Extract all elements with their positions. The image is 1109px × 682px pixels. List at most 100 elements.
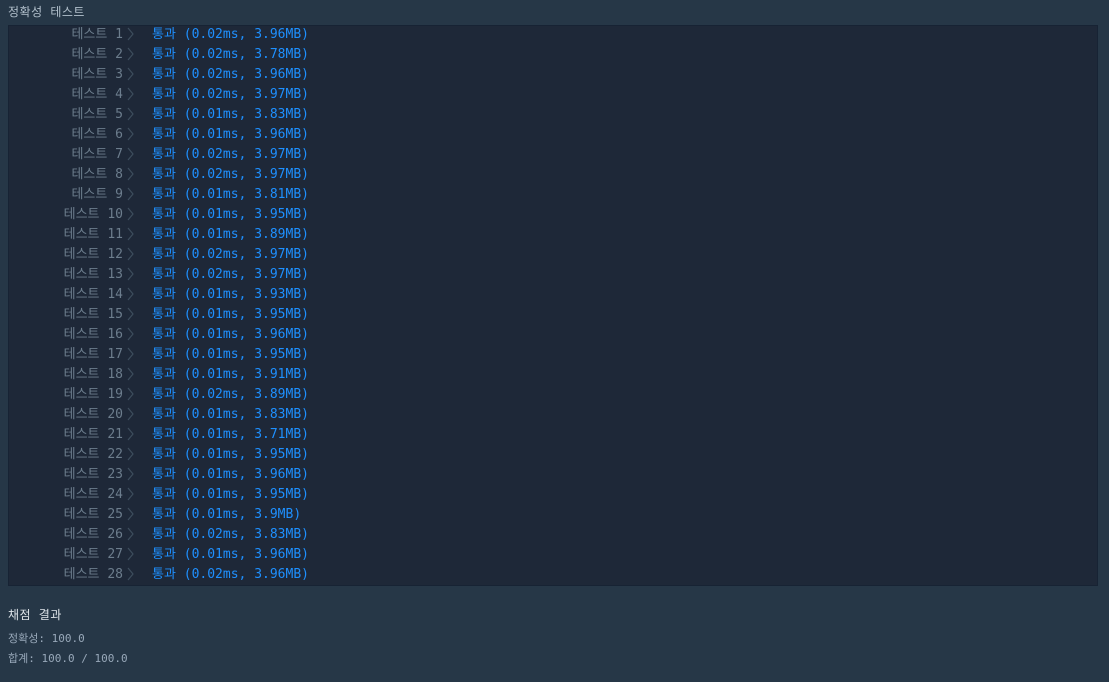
test-detail: (0.01ms, 3.95MB) bbox=[183, 447, 309, 462]
test-status: 통과 bbox=[152, 467, 176, 482]
test-status: 통과 bbox=[152, 567, 176, 582]
test-status: 통과 bbox=[152, 27, 176, 42]
chevron-right-icon bbox=[127, 127, 135, 141]
test-result-text: 통과 (0.02ms, 3.96MB) bbox=[152, 25, 309, 45]
test-detail: (0.01ms, 3.95MB) bbox=[183, 307, 309, 322]
test-detail: (0.02ms, 3.96MB) bbox=[183, 27, 309, 42]
test-detail: (0.02ms, 3.89MB) bbox=[183, 387, 309, 402]
test-result-text: 통과 (0.01ms, 3.95MB) bbox=[152, 485, 309, 505]
test-detail: (0.02ms, 3.97MB) bbox=[183, 87, 309, 102]
test-result-row: 테스트 19 통과 (0.02ms, 3.89MB) bbox=[9, 385, 1097, 405]
test-result-row: 테스트 18 통과 (0.01ms, 3.91MB) bbox=[9, 365, 1097, 385]
chevron-right-icon bbox=[127, 327, 135, 341]
test-result-row: 테스트 13 통과 (0.02ms, 3.97MB) bbox=[9, 265, 1097, 285]
chevron-right-icon bbox=[127, 387, 135, 401]
test-status: 통과 bbox=[152, 47, 176, 62]
test-result-row: 테스트 28 통과 (0.02ms, 3.96MB) bbox=[9, 565, 1097, 585]
test-result-text: 통과 (0.01ms, 3.96MB) bbox=[152, 325, 309, 345]
test-label: 테스트 25 bbox=[63, 507, 123, 522]
test-status: 통과 bbox=[152, 487, 176, 502]
test-status: 통과 bbox=[152, 327, 176, 342]
test-status: 통과 bbox=[152, 527, 176, 542]
test-label: 테스트 12 bbox=[63, 247, 123, 262]
chevron-right-icon bbox=[127, 187, 135, 201]
test-result-row: 테스트 23 통과 (0.01ms, 3.96MB) bbox=[9, 465, 1097, 485]
test-result-text: 통과 (0.01ms, 3.9MB) bbox=[152, 505, 301, 525]
test-detail: (0.02ms, 3.78MB) bbox=[183, 47, 309, 62]
test-detail: (0.01ms, 3.83MB) bbox=[183, 107, 309, 122]
chevron-right-icon bbox=[127, 567, 135, 581]
test-label: 테스트 24 bbox=[63, 487, 123, 502]
test-label: 테스트 19 bbox=[63, 387, 123, 402]
test-result-row: 테스트 24 통과 (0.01ms, 3.95MB) bbox=[9, 485, 1097, 505]
test-detail: (0.01ms, 3.91MB) bbox=[183, 367, 309, 382]
chevron-right-icon bbox=[127, 467, 135, 481]
test-label: 테스트 28 bbox=[63, 567, 123, 582]
test-result-text: 통과 (0.02ms, 3.97MB) bbox=[152, 265, 309, 285]
test-result-text: 통과 (0.01ms, 3.96MB) bbox=[152, 545, 309, 565]
test-status: 통과 bbox=[152, 167, 176, 182]
test-result-text: 통과 (0.01ms, 3.96MB) bbox=[152, 125, 309, 145]
test-detail: (0.01ms, 3.95MB) bbox=[183, 207, 309, 222]
chevron-right-icon bbox=[127, 87, 135, 101]
accuracy-value: 100.0 bbox=[51, 632, 85, 645]
test-label: 테스트 21 bbox=[63, 427, 123, 442]
test-label: 테스트 26 bbox=[63, 527, 123, 542]
test-result-row: 테스트 5 통과 (0.01ms, 3.83MB) bbox=[9, 105, 1097, 125]
test-label: 테스트 20 bbox=[63, 407, 123, 422]
test-label: 테스트 8 bbox=[71, 167, 123, 182]
chevron-right-icon bbox=[127, 367, 135, 381]
test-label: 테스트 18 bbox=[63, 367, 123, 382]
test-label: 테스트 13 bbox=[63, 267, 123, 282]
chevron-right-icon bbox=[127, 347, 135, 361]
chevron-right-icon bbox=[127, 547, 135, 561]
test-result-row: 테스트 12 통과 (0.02ms, 3.97MB) bbox=[9, 245, 1097, 265]
chevron-right-icon bbox=[127, 507, 135, 521]
test-result-text: 통과 (0.02ms, 3.97MB) bbox=[152, 165, 309, 185]
test-result-text: 통과 (0.02ms, 3.78MB) bbox=[152, 45, 309, 65]
test-status: 통과 bbox=[152, 187, 176, 202]
total-label: 합계: bbox=[8, 652, 35, 665]
test-detail: (0.01ms, 3.89MB) bbox=[183, 227, 309, 242]
test-label: 테스트 6 bbox=[71, 127, 123, 142]
test-status: 통과 bbox=[152, 507, 176, 522]
test-result-row: 테스트 3 통과 (0.02ms, 3.96MB) bbox=[9, 65, 1097, 85]
chevron-right-icon bbox=[127, 287, 135, 301]
test-status: 통과 bbox=[152, 347, 176, 362]
test-status: 통과 bbox=[152, 407, 176, 422]
chevron-right-icon bbox=[127, 227, 135, 241]
chevron-right-icon bbox=[127, 67, 135, 81]
test-status: 통과 bbox=[152, 427, 176, 442]
test-result-row: 테스트 9 통과 (0.01ms, 3.81MB) bbox=[9, 185, 1097, 205]
test-results-panel: 테스트 1 통과 (0.02ms, 3.96MB) 테스트 2 통과 (0.02ms,… bbox=[8, 25, 1098, 586]
test-status: 통과 bbox=[152, 227, 176, 242]
test-label: 테스트 10 bbox=[63, 207, 123, 222]
test-result-row: 테스트 15 통과 (0.01ms, 3.95MB) bbox=[9, 305, 1097, 325]
test-result-row: 테스트 17 통과 (0.01ms, 3.95MB) bbox=[9, 345, 1097, 365]
test-label: 테스트 14 bbox=[63, 287, 123, 302]
test-result-row: 테스트 10 통과 (0.01ms, 3.95MB) bbox=[9, 205, 1097, 225]
test-result-row: 테스트 26 통과 (0.02ms, 3.83MB) bbox=[9, 525, 1097, 545]
test-detail: (0.01ms, 3.95MB) bbox=[183, 487, 309, 502]
test-detail: (0.02ms, 3.96MB) bbox=[183, 567, 309, 582]
test-result-row: 테스트 1 통과 (0.02ms, 3.96MB) bbox=[9, 25, 1097, 45]
test-status: 통과 bbox=[152, 367, 176, 382]
test-result-row: 테스트 7 통과 (0.02ms, 3.97MB) bbox=[9, 145, 1097, 165]
test-detail: (0.02ms, 3.97MB) bbox=[183, 267, 309, 282]
test-result-text: 통과 (0.01ms, 3.71MB) bbox=[152, 425, 309, 445]
test-label: 테스트 1 bbox=[71, 27, 123, 42]
test-label: 테스트 4 bbox=[71, 87, 123, 102]
test-detail: (0.01ms, 3.83MB) bbox=[183, 407, 309, 422]
test-status: 통과 bbox=[152, 87, 176, 102]
test-status: 통과 bbox=[152, 247, 176, 262]
test-result-row: 테스트 16 통과 (0.01ms, 3.96MB) bbox=[9, 325, 1097, 345]
test-detail: (0.01ms, 3.71MB) bbox=[183, 427, 309, 442]
test-detail: (0.01ms, 3.96MB) bbox=[183, 467, 309, 482]
test-result-text: 통과 (0.01ms, 3.83MB) bbox=[152, 105, 309, 125]
test-label: 테스트 11 bbox=[63, 227, 123, 242]
test-label: 테스트 16 bbox=[63, 327, 123, 342]
test-result-text: 통과 (0.02ms, 3.83MB) bbox=[152, 525, 309, 545]
chevron-right-icon bbox=[127, 267, 135, 281]
test-result-text: 통과 (0.01ms, 3.93MB) bbox=[152, 285, 309, 305]
test-result-row: 테스트 22 통과 (0.01ms, 3.95MB) bbox=[9, 445, 1097, 465]
